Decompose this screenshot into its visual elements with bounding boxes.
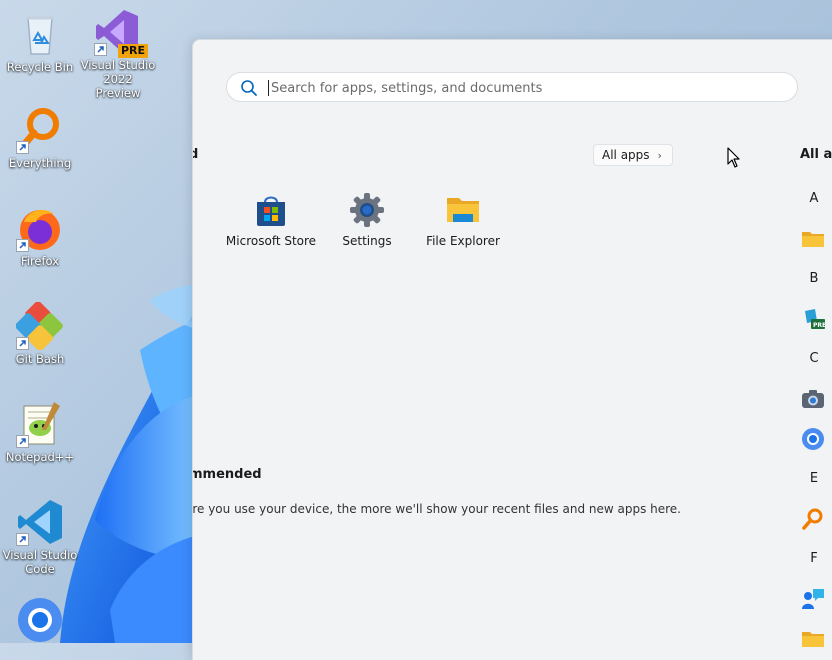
- recommended-section-title: mmended: [192, 467, 262, 482]
- chevron-right-icon: ›: [657, 149, 662, 162]
- letter-header-f[interactable]: F: [806, 551, 822, 566]
- shortcut-arrow-icon: [16, 239, 29, 252]
- desktop-icon-chrome[interactable]: [0, 596, 80, 646]
- everything-search-icon[interactable]: [801, 507, 825, 531]
- pinned-app-settings[interactable]: Settings: [319, 192, 415, 248]
- desktop-icon-label: Everything: [8, 156, 72, 170]
- shortcut-arrow-icon: [16, 533, 29, 546]
- mouse-cursor-icon: [727, 147, 740, 168]
- desktop-icon-label: Recycle Bin: [6, 60, 74, 74]
- desktop-icon-everything[interactable]: Everything: [0, 106, 80, 170]
- recommended-empty-text: ore you use your device, the more we'll …: [192, 502, 681, 516]
- camera-icon[interactable]: [801, 387, 825, 411]
- chrome-icon: [16, 596, 64, 644]
- desktop-icon-firefox[interactable]: Firefox: [0, 204, 80, 268]
- file-explorer-icon: [445, 192, 481, 228]
- feedback-hub-icon[interactable]: [801, 587, 825, 611]
- letter-header-c[interactable]: C: [806, 351, 822, 366]
- chrome-icon[interactable]: [801, 427, 825, 451]
- start-menu: d All apps › Microsoft Store: [192, 39, 832, 660]
- search-input[interactable]: [269, 78, 783, 98]
- all-apps-panel-title: All ap: [800, 147, 832, 162]
- git-bash-icon: [15, 301, 64, 351]
- pinned-app-label: Microsoft Store: [225, 234, 317, 248]
- search-icon: [240, 79, 258, 101]
- start-search-box[interactable]: [226, 72, 798, 102]
- letter-header-b[interactable]: B: [806, 271, 822, 286]
- desktop-icon-git-bash[interactable]: Git Bash: [0, 301, 80, 366]
- folder-icon[interactable]: [801, 627, 825, 651]
- shortcut-arrow-icon: [16, 435, 29, 448]
- letter-header-a[interactable]: A: [806, 191, 822, 206]
- shortcut-arrow-icon: [16, 141, 29, 154]
- pinned-app-label: Settings: [342, 234, 392, 248]
- desktop-icon-label: Visual Studio Code: [2, 548, 78, 576]
- desktop-icon-notepad-plus-plus[interactable]: Notepad++: [0, 400, 80, 464]
- everything-search-icon: [16, 106, 64, 154]
- all-apps-button[interactable]: All apps ›: [593, 144, 673, 166]
- vscode-icon: [16, 498, 64, 546]
- visual-studio-installer-icon[interactable]: PRE: [801, 307, 826, 331]
- pinned-app-microsoft-store[interactable]: Microsoft Store: [223, 192, 319, 248]
- pinned-section-title: d: [193, 147, 198, 162]
- recycle-bin-icon: [16, 10, 64, 58]
- all-apps-label: All apps: [602, 148, 650, 162]
- visual-studio-preview-icon: PRE: [94, 8, 148, 58]
- desktop-icon-label: Notepad++: [5, 450, 75, 464]
- desktop-icon-visual-studio-preview[interactable]: PRE Visual Studio 2022 Preview: [78, 8, 158, 100]
- microsoft-store-icon: [253, 192, 289, 228]
- pinned-app-label: File Explorer: [426, 234, 500, 248]
- shortcut-arrow-icon: [16, 337, 29, 350]
- letter-header-e[interactable]: E: [806, 471, 822, 486]
- pinned-app-file-explorer[interactable]: File Explorer: [415, 192, 511, 248]
- desktop-icon-label: Visual Studio 2022 Preview: [80, 58, 156, 100]
- firefox-icon: [16, 204, 64, 252]
- svg-text:PRE: PRE: [813, 322, 825, 329]
- folder-icon[interactable]: [801, 227, 825, 251]
- desktop-icon-label: Git Bash: [15, 352, 65, 366]
- notepad-plus-plus-icon: [16, 400, 64, 448]
- settings-gear-icon: [349, 192, 385, 228]
- desktop-icon-label: Firefox: [20, 254, 60, 268]
- desktop-icon-recycle-bin[interactable]: Recycle Bin: [0, 10, 80, 74]
- preview-badge: PRE: [117, 44, 148, 58]
- desktop-icon-vscode[interactable]: Visual Studio Code: [0, 498, 80, 576]
- shortcut-arrow-icon: [94, 43, 107, 56]
